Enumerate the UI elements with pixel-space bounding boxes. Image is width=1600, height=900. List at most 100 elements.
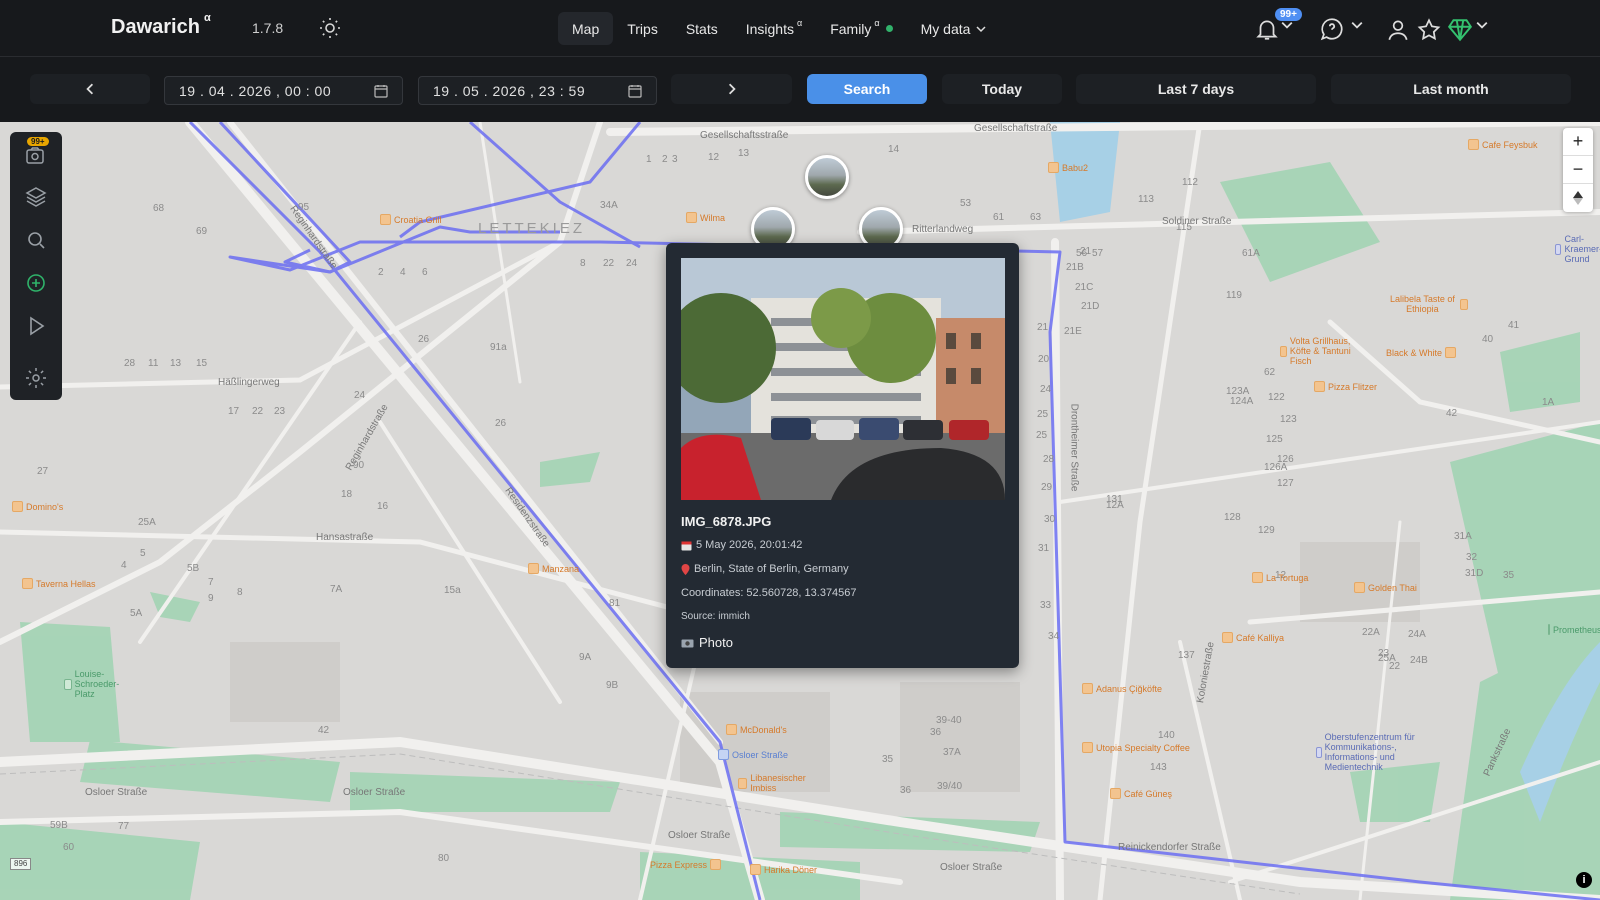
gem-icon[interactable]	[1447, 16, 1473, 44]
house-number: 31	[1038, 543, 1050, 554]
nav-stats[interactable]: Stats	[672, 12, 732, 45]
start-date-value: 19 . 04 . 2026 , 00 : 00	[179, 82, 332, 99]
house-number: 13	[170, 358, 182, 369]
poi-marker[interactable]: Café Güneş	[1110, 788, 1172, 799]
poi-marker[interactable]: McDonald's	[726, 724, 787, 735]
poi-marker[interactable]: Manzana	[528, 563, 579, 574]
poi-marker[interactable]: Pizza Flitzer	[1314, 381, 1377, 392]
house-number: 14	[888, 144, 900, 155]
poi-marker[interactable]: Wilma	[686, 212, 725, 223]
house-number: 20	[1038, 354, 1050, 365]
nav-family[interactable]: Family α	[816, 12, 906, 45]
poi-marker[interactable]: Pizza Express	[650, 859, 722, 870]
poi-label: La Tortuga	[1266, 572, 1309, 583]
user-icon[interactable]	[1385, 16, 1411, 44]
house-number: 4	[400, 267, 406, 278]
nav-insights[interactable]: Insights α	[732, 12, 816, 45]
poi-marker[interactable]: Harika Döner	[750, 864, 817, 875]
compass-button[interactable]	[1563, 184, 1593, 212]
layers-icon[interactable]	[24, 185, 48, 209]
poi-marker[interactable]: Libanesischer Imbiss	[738, 773, 818, 793]
poi-marker[interactable]: Utopia Specialty Coffee	[1082, 742, 1192, 753]
today-button[interactable]: Today	[942, 74, 1062, 104]
house-number: 62	[1264, 367, 1276, 378]
photo-location: Berlin, State of Berlin, Germany	[694, 563, 849, 575]
calendar-icon[interactable]	[628, 84, 642, 98]
house-number: 26	[495, 418, 507, 429]
school-marker[interactable]: Oberstufenzentrum für Kommunikations-, I…	[1316, 732, 1446, 772]
poi-marker[interactable]: La Tortuga	[1252, 572, 1308, 583]
chevron-down-icon[interactable]	[1351, 19, 1363, 31]
house-number: 128	[1224, 512, 1241, 523]
school-label: Oberstufenzentrum für Kommunikations-, I…	[1324, 732, 1415, 772]
street-label: Osloer Straße	[343, 787, 406, 798]
poi-marker[interactable]: Cafe Feysbuk	[1468, 139, 1538, 150]
search-button[interactable]: Search	[807, 74, 927, 104]
chevron-down-icon[interactable]	[1476, 19, 1488, 31]
house-number: 21B	[1066, 262, 1084, 273]
house-number: 35	[882, 754, 894, 765]
house-number: 29	[1041, 482, 1053, 493]
zoom-out-button[interactable]: −	[1563, 156, 1593, 184]
house-number: 24B	[1410, 655, 1428, 666]
last-7-days-button[interactable]: Last 7 days	[1076, 74, 1316, 104]
camera-icon	[681, 639, 694, 647]
house-number: 26	[418, 334, 430, 345]
poi-marker[interactable]: Café Kalliya	[1222, 632, 1284, 643]
poi-marker[interactable]: Adanus Çiğköfte	[1082, 683, 1162, 694]
poi-marker[interactable]: Lalibela Taste of Ethiopia	[1388, 294, 1468, 314]
photo-marker[interactable]	[805, 155, 849, 199]
park-marker[interactable]: Prometheus	[1548, 624, 1600, 635]
calendar-icon[interactable]	[374, 84, 388, 98]
poi-marker[interactable]: Domino's	[12, 501, 63, 512]
photos-icon[interactable]	[24, 144, 48, 168]
previous-range-button[interactable]	[30, 74, 150, 104]
house-number: 28	[124, 358, 136, 369]
poi-marker[interactable]: Volta Grillhaus, Köfte & Tantuni Fisch	[1280, 336, 1370, 366]
help-chat-icon[interactable]	[1319, 15, 1345, 43]
school-marker[interactable]: Carl-Kraemer-Grund	[1555, 234, 1600, 264]
poi-label: Taverna Hellas	[36, 578, 96, 589]
map-view[interactable]: LETTEKIEZ Gesellschaftsstraße Gesellscha…	[0, 122, 1600, 900]
search-icon[interactable]	[24, 228, 48, 252]
house-number: 16	[377, 501, 389, 512]
zoom-in-button[interactable]: +	[1563, 128, 1593, 156]
next-range-button[interactable]	[671, 74, 792, 104]
poi-label: Babu2	[1062, 162, 1089, 173]
start-date-input[interactable]: 19 . 04 . 2026 , 00 : 00	[164, 76, 403, 105]
last-month-button[interactable]: Last month	[1331, 74, 1571, 104]
house-number: 28	[1043, 454, 1055, 465]
poi-label: Pizza Express	[650, 859, 708, 870]
house-number: 77	[118, 821, 130, 832]
play-icon[interactable]	[24, 314, 48, 338]
nav-map[interactable]: Map	[558, 12, 614, 45]
park-label: Prometheus	[1553, 624, 1600, 635]
photo-link[interactable]: Photo	[681, 635, 733, 650]
star-icon[interactable]	[1416, 16, 1442, 44]
nav-trips[interactable]: Trips	[613, 12, 672, 45]
add-circle-icon[interactable]	[24, 271, 48, 295]
notifications-badge: 99+	[1275, 8, 1302, 21]
photo-preview[interactable]	[681, 258, 1005, 500]
app-logo[interactable]: Dawarich α	[111, 12, 211, 39]
nav-my-data[interactable]: My data	[907, 12, 1001, 45]
end-date-input[interactable]: 19 . 05 . 2026 , 23 : 59	[418, 76, 657, 105]
house-number: 140	[1158, 730, 1175, 741]
house-number: 61A	[1242, 248, 1260, 259]
house-number: 12A	[1106, 500, 1124, 511]
transit-stop-marker[interactable]: Osloer Straße	[718, 749, 788, 760]
park-marker[interactable]: Louise-Schroeder-Platz	[64, 669, 134, 699]
poi-marker[interactable]: Taverna Hellas	[22, 578, 96, 589]
poi-marker[interactable]: Golden Thai	[1354, 582, 1417, 593]
house-number: 119	[1226, 290, 1242, 301]
poi-marker[interactable]: Black & White	[1386, 347, 1457, 358]
sun-icon[interactable]	[318, 16, 342, 40]
house-number: 8	[237, 587, 243, 598]
house-number: 7	[208, 577, 214, 588]
poi-marker[interactable]: Croatia Grill	[380, 214, 442, 225]
gear-icon[interactable]	[24, 366, 48, 390]
house-number: 7A	[330, 584, 343, 595]
info-icon[interactable]: i	[1576, 872, 1592, 888]
photo-date-row: 5 May 2026, 20:01:42	[681, 539, 802, 551]
poi-marker[interactable]: Babu2	[1048, 162, 1088, 173]
